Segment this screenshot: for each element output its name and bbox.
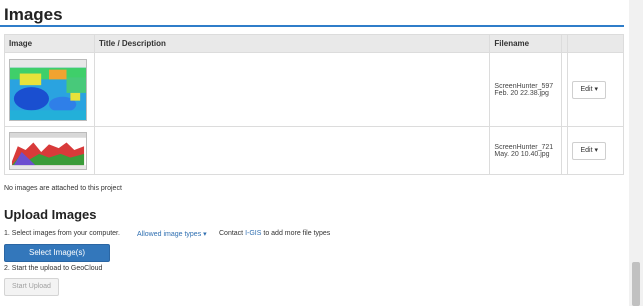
step2-text: 2. Start the upload to GeoCloud bbox=[4, 265, 103, 272]
filename-date-text: May. 20 10.40.jpg bbox=[494, 150, 550, 158]
no-images-note: No images are attached to this project bbox=[4, 185, 122, 192]
start-upload-button[interactable]: Start Upload bbox=[4, 278, 59, 296]
filename-text: ScreenHunter_721 bbox=[494, 143, 554, 151]
filename-cell: ScreenHunter_721 May. 20 10.40.jpg bbox=[489, 126, 563, 175]
column-header-actions bbox=[567, 34, 624, 53]
actions-cell: Edit ▾ bbox=[567, 126, 624, 175]
select-images-button[interactable]: Select Image(s) bbox=[4, 244, 110, 262]
upload-heading: Upload Images bbox=[4, 207, 97, 222]
page-title: Images bbox=[4, 5, 63, 24]
allowed-image-types-link[interactable]: Allowed image types ▾ bbox=[137, 230, 207, 238]
scrollbar-thumb[interactable] bbox=[632, 262, 640, 306]
edit-dropdown-button[interactable]: Edit ▾ bbox=[572, 80, 607, 99]
contact-suffix: to add more file types bbox=[263, 230, 331, 237]
image-thumbnail[interactable] bbox=[9, 131, 87, 170]
filename-date-text: Feb. 20 22.38.jpg bbox=[494, 89, 549, 97]
filename-text: ScreenHunter_597 bbox=[494, 82, 554, 90]
step1-text: 1. Select images from your computer. bbox=[4, 230, 120, 237]
scrollbar-track[interactable] bbox=[629, 0, 643, 306]
image-cell bbox=[4, 52, 95, 127]
image-thumbnail[interactable] bbox=[9, 58, 87, 121]
contact-text: Contact I-GIS to add more file types bbox=[219, 230, 330, 237]
actions-cell: Edit ▾ bbox=[567, 52, 624, 127]
title-cell bbox=[93, 52, 491, 127]
image-cell bbox=[4, 126, 95, 175]
heading-divider bbox=[0, 25, 624, 27]
table-row: ScreenHunter_597 Feb. 20 22.38.jpg Edit … bbox=[4, 52, 624, 127]
title-cell bbox=[93, 126, 491, 175]
filename-cell: ScreenHunter_597 Feb. 20 22.38.jpg bbox=[489, 52, 563, 127]
column-header-filename: Filename bbox=[489, 34, 563, 53]
column-header-image: Image bbox=[4, 34, 95, 53]
column-header-title: Title / Description bbox=[93, 34, 491, 53]
igis-link[interactable]: I-GIS bbox=[245, 230, 261, 237]
table-row: ScreenHunter_721 May. 20 10.40.jpg Edit … bbox=[4, 126, 624, 175]
table-header-row: Image Title / Description Filename bbox=[4, 34, 624, 53]
edit-dropdown-button[interactable]: Edit ▾ bbox=[572, 141, 607, 160]
contact-prefix: Contact bbox=[219, 230, 244, 237]
images-table: Image Title / Description Filename Scree… bbox=[4, 34, 624, 175]
